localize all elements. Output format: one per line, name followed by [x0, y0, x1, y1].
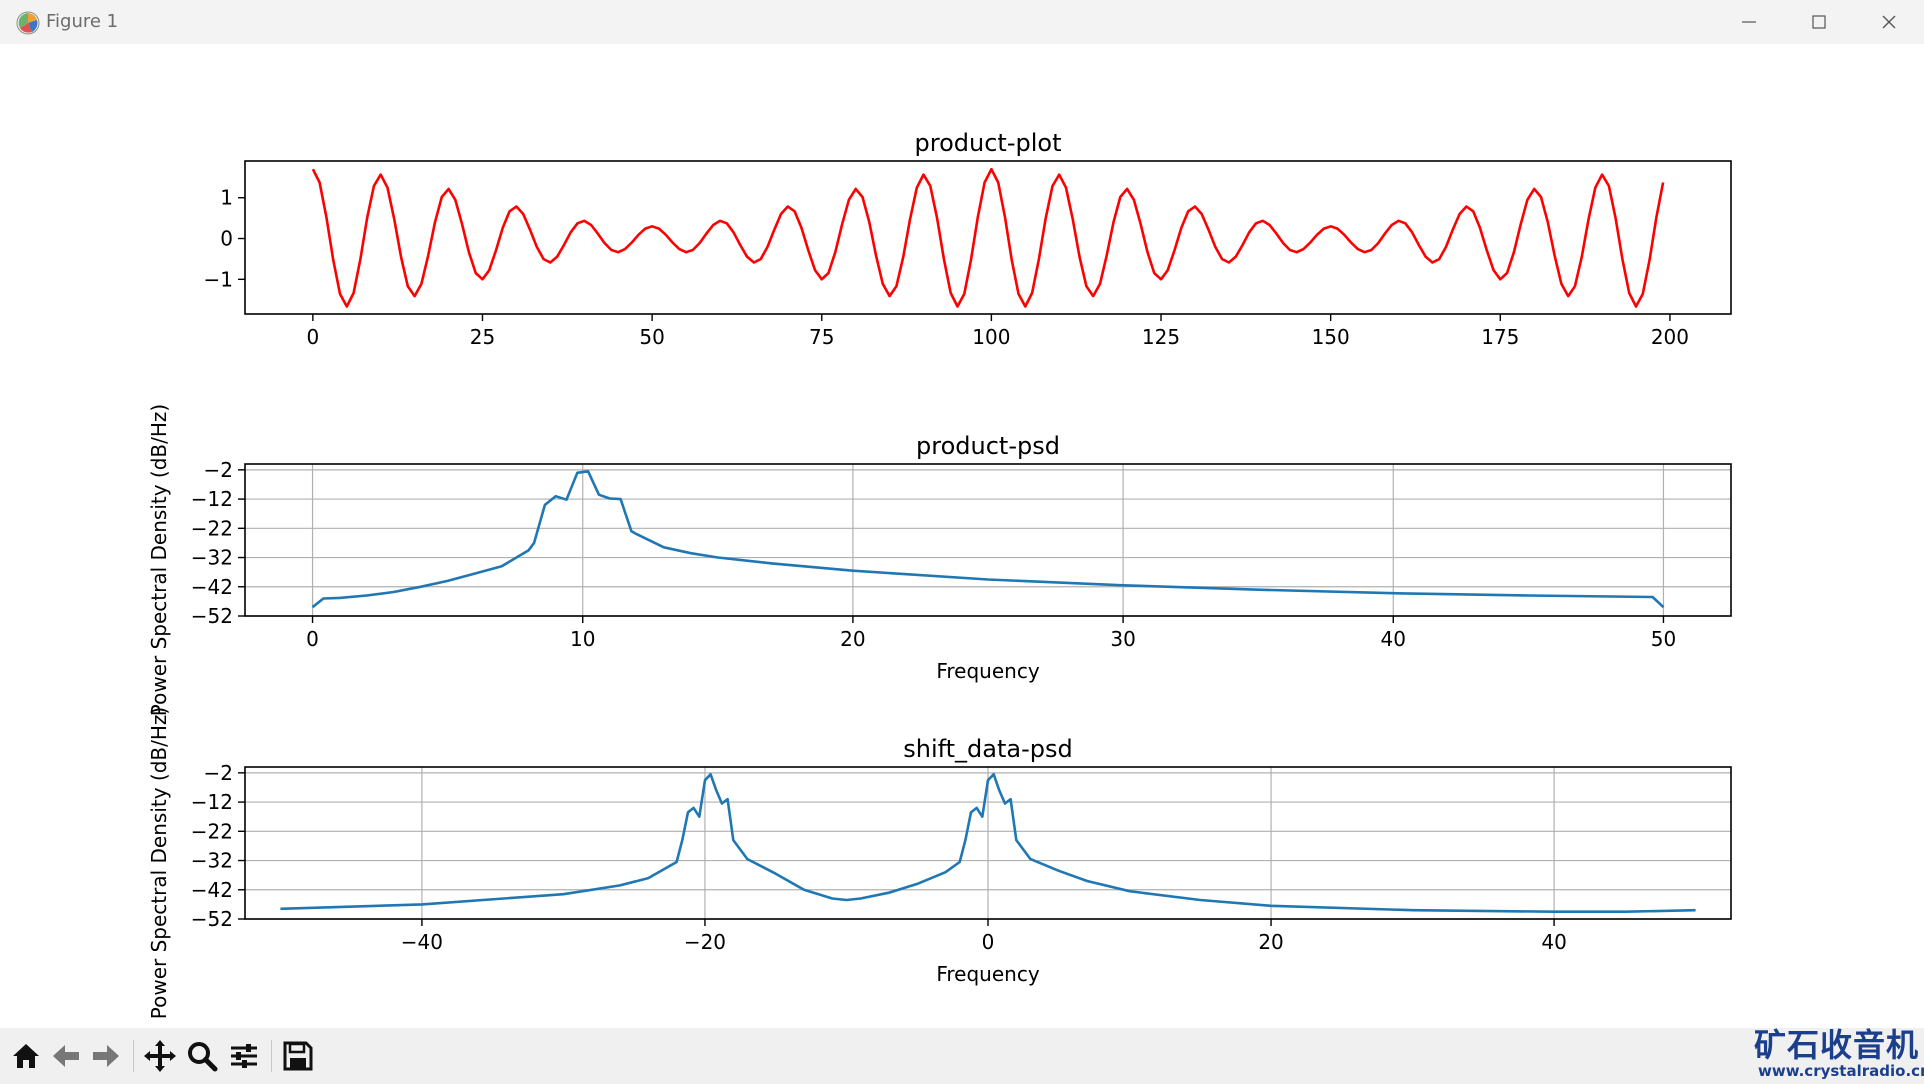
y-tick-label: −52 [191, 907, 233, 931]
y-tick-label: −2 [204, 761, 233, 785]
chart-title: product-psd [916, 432, 1060, 460]
x-tick-label: 75 [809, 325, 834, 349]
navigation-toolbar [0, 1028, 1924, 1084]
x-tick-label: 50 [1651, 627, 1676, 651]
axes-frame [244, 463, 1732, 617]
configure-subplots-button[interactable] [224, 1036, 264, 1076]
x-tick-label: −20 [684, 930, 726, 954]
y-tick-label: −32 [191, 849, 233, 873]
y-tick-label: −42 [191, 878, 233, 902]
zoom-icon [188, 1042, 218, 1072]
watermark-logo-text: 矿石收音机 [1754, 1026, 1920, 1064]
y-tick-label: 0 [220, 227, 233, 251]
toolbar-separator [133, 1040, 134, 1072]
back-icon [53, 1045, 79, 1067]
forward-button[interactable] [86, 1036, 126, 1076]
x-tick-label: 0 [982, 930, 995, 954]
series-line [311, 167, 1665, 308]
back-button[interactable] [46, 1036, 86, 1076]
x-axis-label: Frequency [936, 962, 1039, 986]
y-tick-label: −22 [191, 819, 233, 843]
x-tick-label: 200 [1651, 325, 1689, 349]
y-axis-label: Power Spectral Density (dB/Hz) [147, 404, 171, 716]
x-tick-label: 100 [972, 325, 1010, 349]
x-tick-label: −40 [401, 930, 443, 954]
y-tick-label: −52 [191, 604, 233, 628]
home-icon [13, 1044, 39, 1068]
zoom-button[interactable] [182, 1036, 222, 1076]
x-tick-label: 0 [306, 627, 319, 651]
x-axis-label: Frequency [936, 659, 1039, 683]
y-axis-label: Power Spectral Density (dB/Hz) [147, 707, 171, 1019]
chart-svg: 0 25 50 75 100 125 150 175 20010−1product-plot0 1… [147, 129, 1732, 1019]
y-tick-label: −12 [191, 790, 233, 814]
toolbar-separator [271, 1040, 272, 1072]
y-tick-label: 1 [220, 186, 233, 210]
axes-frame [244, 160, 1732, 315]
forward-icon [93, 1045, 119, 1067]
watermark-url: www.crystalradio.cn [1758, 1062, 1924, 1080]
configure-subplots-icon [231, 1044, 257, 1068]
x-tick-label: 50 [639, 325, 664, 349]
y-tick-label: −32 [191, 546, 233, 570]
x-tick-label: 10 [570, 627, 595, 651]
pan-button[interactable] [140, 1036, 180, 1076]
y-tick-label: −22 [191, 516, 233, 540]
x-tick-label: 40 [1381, 627, 1406, 651]
x-tick-label: 30 [1110, 627, 1135, 651]
x-tick-label: 150 [1312, 325, 1350, 349]
x-tick-label: 20 [1258, 930, 1283, 954]
y-tick-label: −12 [191, 487, 233, 511]
x-tick-label: 125 [1142, 325, 1180, 349]
chart-title: shift_data-psd [903, 735, 1073, 763]
save-button[interactable] [278, 1036, 318, 1076]
x-tick-label: 25 [470, 325, 495, 349]
x-tick-label: 0 [306, 325, 319, 349]
y-tick-label: −1 [204, 267, 233, 291]
x-tick-label: 40 [1541, 930, 1566, 954]
y-tick-label: −42 [191, 575, 233, 599]
home-button[interactable] [6, 1036, 46, 1076]
save-icon [283, 1041, 313, 1071]
pan-icon [144, 1040, 176, 1072]
chart-title: product-plot [915, 129, 1062, 157]
y-tick-label: −2 [204, 458, 233, 482]
x-tick-label: 175 [1481, 325, 1519, 349]
x-tick-label: 20 [840, 627, 865, 651]
